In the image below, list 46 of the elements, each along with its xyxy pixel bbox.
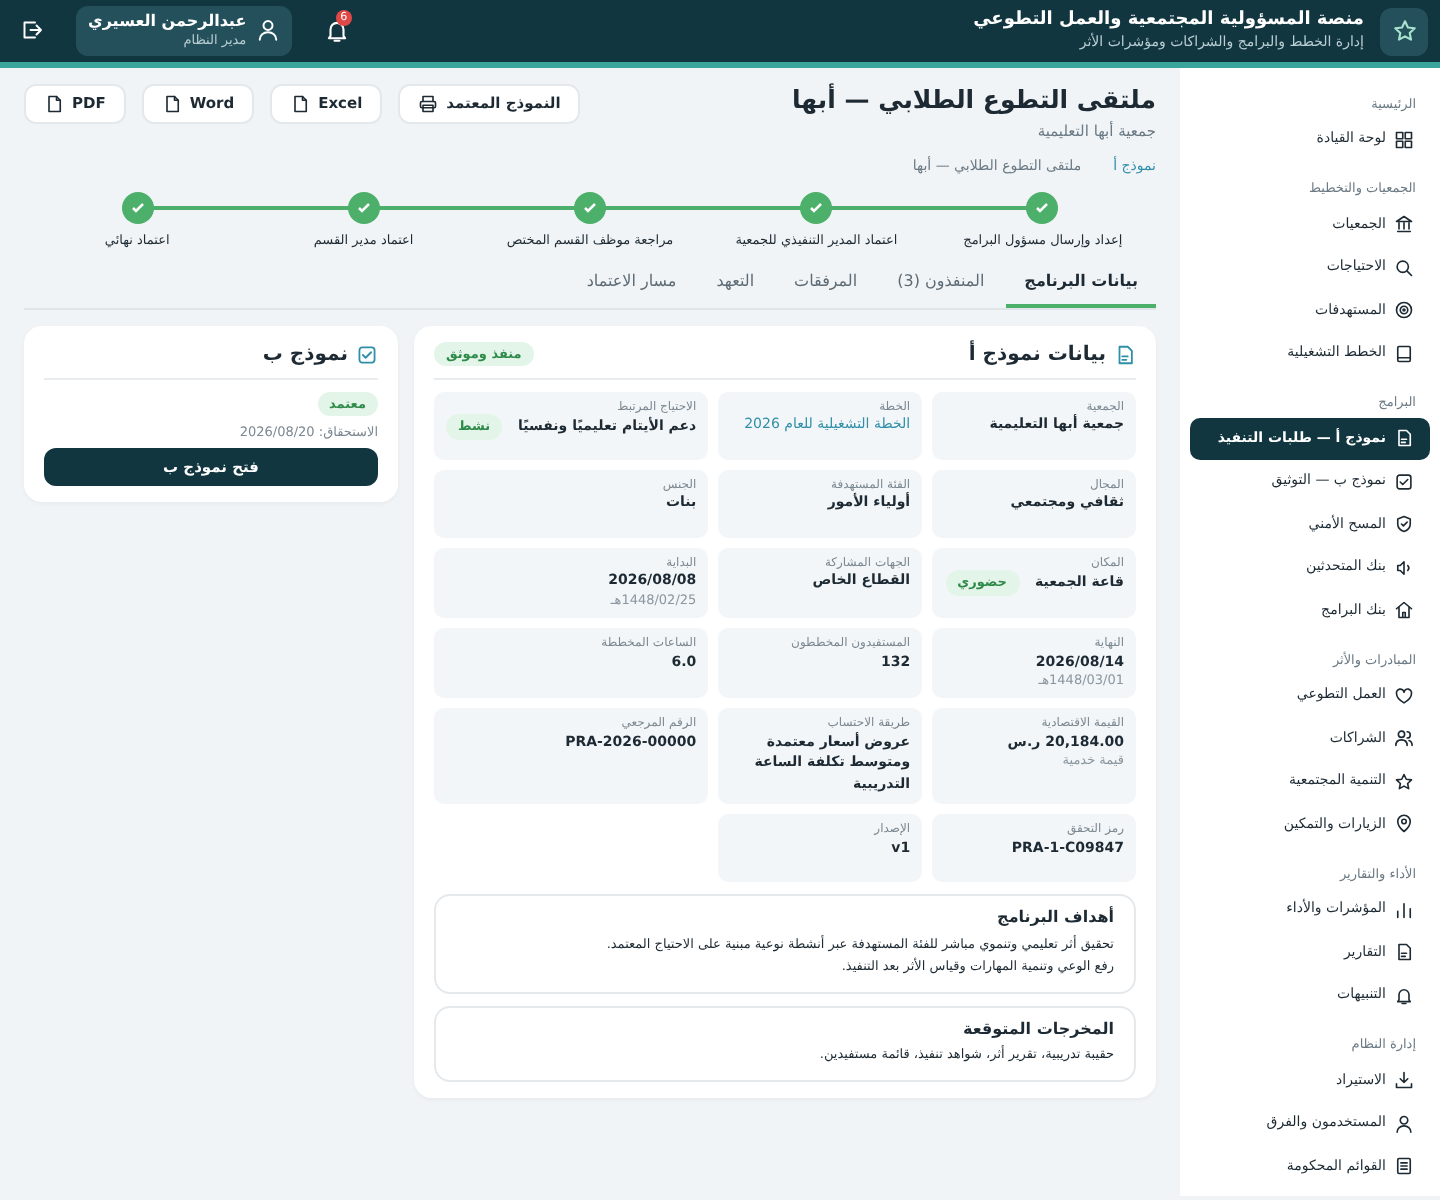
check-icon	[129, 199, 146, 216]
tab[interactable]: المنفذون (3)	[879, 264, 1003, 308]
speaker-icon	[1394, 557, 1414, 578]
document-icon	[1394, 942, 1414, 963]
tab[interactable]: بيانات البرنامج	[1006, 264, 1156, 308]
bar-chart-icon	[1394, 899, 1414, 920]
file-icon	[290, 94, 311, 114]
list-icon	[1394, 1156, 1414, 1177]
star-icon	[1391, 18, 1417, 44]
building-icon	[1394, 214, 1414, 235]
tab[interactable]: المرفقات	[776, 264, 876, 308]
check-icon	[355, 199, 372, 216]
people-icon	[1394, 728, 1414, 749]
shield-icon	[1394, 514, 1414, 535]
check-icon	[582, 199, 598, 216]
printer-icon	[418, 94, 439, 114]
card-title: نموذج ب	[262, 341, 348, 368]
user-icon	[1394, 1113, 1414, 1134]
bell-icon	[1394, 985, 1414, 1006]
heart-icon	[1394, 685, 1414, 706]
checkbox-icon	[1394, 471, 1414, 492]
page-title: ملتقى التطوع الطلابي — أبها	[791, 84, 1156, 114]
file-icon	[161, 94, 182, 114]
search-icon	[1394, 257, 1414, 278]
checkbox-icon	[356, 343, 378, 366]
check-icon	[808, 199, 825, 216]
target-icon	[1394, 300, 1414, 321]
section-title: أهداف البرنامج	[995, 908, 1114, 930]
user-icon	[256, 18, 281, 43]
tab[interactable]: التعهد	[698, 264, 773, 308]
tab[interactable]: مسار الاعتماد	[568, 264, 695, 308]
logout-icon[interactable]	[20, 18, 44, 43]
star-icon	[1394, 771, 1414, 792]
location-pin-icon	[1394, 814, 1414, 835]
grid-icon	[1394, 129, 1414, 150]
building-icon	[1394, 600, 1414, 621]
bell-icon	[324, 17, 351, 44]
card-title: بيانات نموذج أ	[968, 341, 1106, 368]
document-icon	[1114, 343, 1136, 366]
section-title: المخرجات المتوقعة	[961, 1019, 1114, 1041]
check-icon	[1034, 199, 1051, 216]
document-icon	[1394, 428, 1414, 449]
file-icon	[44, 94, 64, 114]
download-icon	[1394, 1070, 1414, 1091]
book-icon	[1394, 343, 1414, 364]
app-title: منصة المسؤولية المجتمعية والعمل التطوعي	[973, 10, 1364, 32]
